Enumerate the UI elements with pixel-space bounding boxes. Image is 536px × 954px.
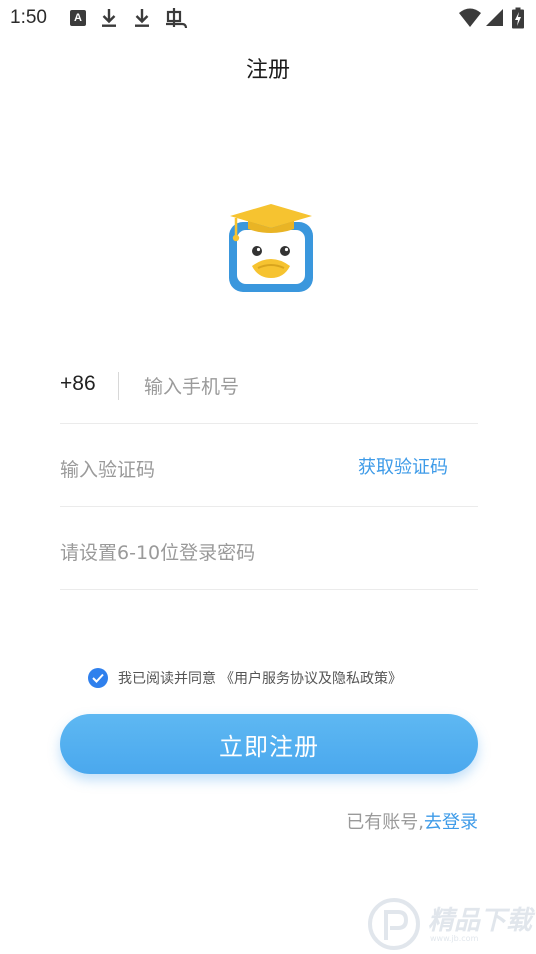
vertical-divider — [118, 372, 119, 400]
check-icon — [92, 673, 104, 683]
password-input[interactable] — [60, 532, 460, 574]
watermark: 精品下载 www.jb.com — [366, 896, 536, 952]
agreement-link[interactable]: 《用户服务协议及隐私政策》 — [220, 668, 402, 688]
login-hint: 已有账号,去登录 — [346, 808, 478, 834]
a-notification-icon: A — [70, 10, 86, 26]
signal-icon — [486, 9, 503, 26]
verification-code-input[interactable] — [60, 449, 320, 491]
login-link[interactable]: 去登录 — [424, 812, 478, 833]
download-icon — [135, 9, 149, 27]
country-code[interactable]: +86 — [60, 372, 96, 396]
watermark-p-logo-icon — [368, 898, 420, 950]
status-bar: 1:50 A — [0, 0, 536, 36]
page-title: 注册 — [245, 58, 290, 83]
battery-charging-icon — [512, 7, 524, 29]
password-row — [60, 518, 478, 590]
duck-graduation-cap-logo-icon — [229, 204, 313, 292]
verification-code-row: 获取验证码 — [60, 435, 478, 507]
wifi-icon — [459, 8, 481, 27]
status-time: 1:50 — [10, 7, 47, 28]
agreement-text: 我已阅读并同意 — [118, 671, 216, 687]
get-code-button[interactable]: 获取验证码 — [358, 453, 448, 479]
phone-input[interactable] — [144, 366, 464, 408]
bug-icon — [166, 8, 188, 29]
watermark-text: 精品下载 — [428, 906, 533, 936]
register-screen: 1:50 A 注册 +86 输入手机号 输入验证码 获取验证码 我已阅读并同意 … — [0, 0, 536, 954]
watermark-url: www.jb.com — [430, 934, 479, 943]
download-icon — [102, 9, 116, 27]
register-button[interactable]: 立即注册 — [60, 714, 478, 774]
phone-row: +86 — [60, 352, 478, 424]
agreement: 我已阅读并同意 《用户服务协议及隐私政策》 — [88, 666, 402, 690]
agree-checkbox[interactable] — [88, 668, 108, 688]
login-hint-prefix: 已有账号, — [346, 812, 424, 833]
